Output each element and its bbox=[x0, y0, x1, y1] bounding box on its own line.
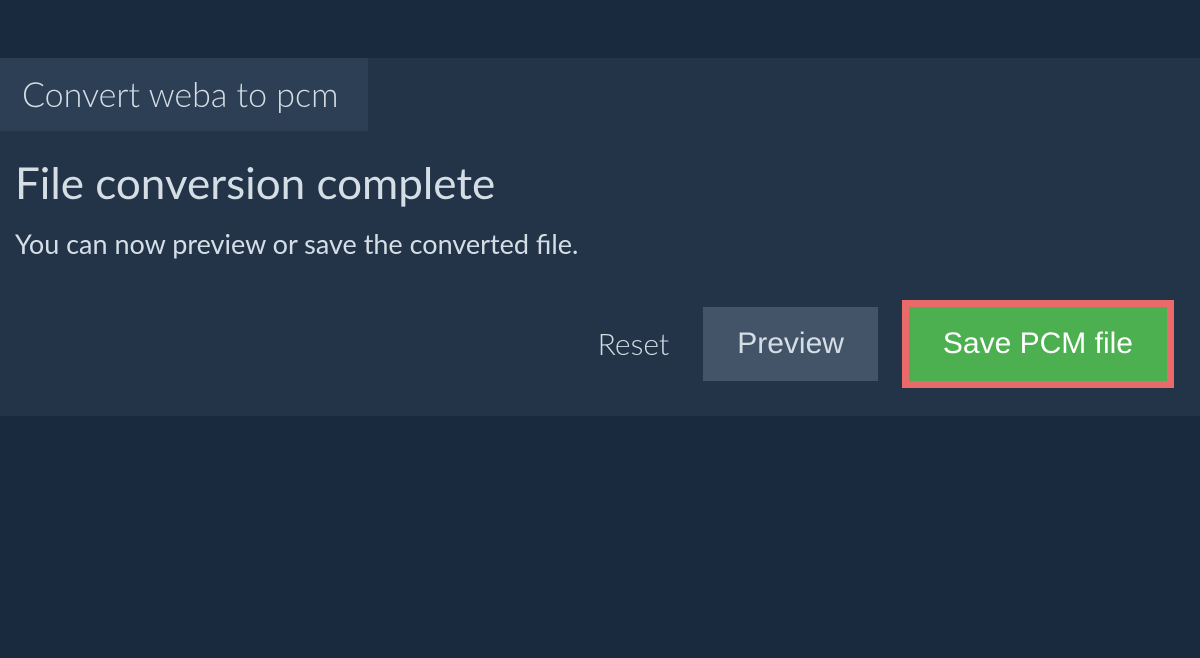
action-row: Reset Preview Save PCM file bbox=[0, 300, 1200, 388]
page-subtext: You can now preview or save the converte… bbox=[15, 227, 1200, 260]
save-pcm-file-button[interactable]: Save PCM file bbox=[902, 300, 1174, 388]
page-title: File conversion complete bbox=[15, 157, 1200, 209]
preview-button[interactable]: Preview bbox=[703, 307, 878, 381]
reset-button[interactable]: Reset bbox=[598, 326, 670, 362]
tab-convert[interactable]: Convert weba to pcm bbox=[0, 58, 368, 131]
conversion-panel: Convert weba to pcm File conversion comp… bbox=[0, 58, 1200, 416]
